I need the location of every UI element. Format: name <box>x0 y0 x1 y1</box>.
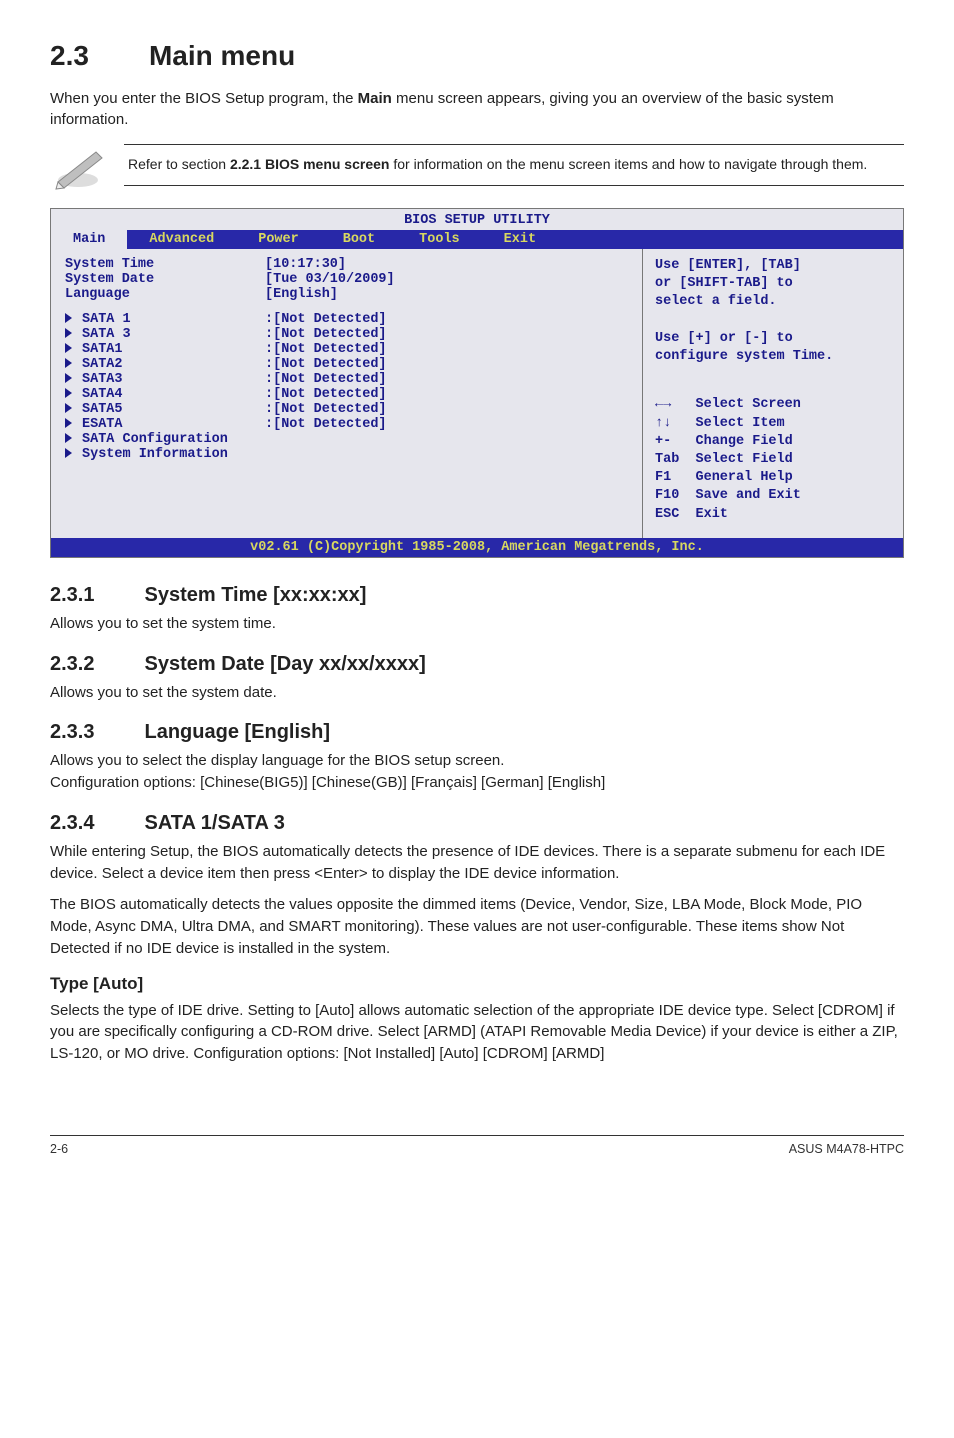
bios-label: SATA Configuration <box>65 432 265 447</box>
bios-row: SATA 1:[Not Detected] <box>65 312 628 327</box>
bios-screenshot: BIOS SETUP UTILITY MainAdvancedPowerBoot… <box>50 208 904 558</box>
bios-tab-tools: Tools <box>397 230 482 249</box>
section-paragraph: Allows you to set the system date. <box>50 682 904 704</box>
footer-product: ASUS M4A78-HTPC <box>789 1142 904 1156</box>
section-paragraph: While entering Setup, the BIOS automatic… <box>50 841 904 885</box>
bios-help-panel: Use [ENTER], [TAB] or [SHIFT-TAB] to sel… <box>643 249 903 538</box>
triangle-icon <box>65 432 82 447</box>
bios-tab-main: Main <box>51 230 127 249</box>
bios-label: ESATA <box>65 417 265 432</box>
bios-row: System Information <box>65 447 628 462</box>
bios-label: System Date <box>65 272 265 287</box>
section-heading: 2.3.3 Language [English] <box>50 721 904 744</box>
bios-value: [10:17:30] <box>265 257 346 272</box>
bios-row: System Date[Tue 03/10/2009] <box>65 272 628 287</box>
bios-value: [Tue 03/10/2009] <box>265 272 395 287</box>
bios-value: :[Not Detected] <box>265 357 387 372</box>
triangle-icon <box>65 372 82 387</box>
bios-row: SATA2:[Not Detected] <box>65 357 628 372</box>
bios-label: SATA 1 <box>65 312 265 327</box>
bios-row: SATA5:[Not Detected] <box>65 402 628 417</box>
heading-number: 2.3 <box>50 40 89 71</box>
bios-row: ESATA:[Not Detected] <box>65 417 628 432</box>
bios-row: SATA1:[Not Detected] <box>65 342 628 357</box>
triangle-icon <box>65 342 82 357</box>
note-pencil-icon <box>50 144 106 190</box>
bios-row: SATA4:[Not Detected] <box>65 387 628 402</box>
section-title: SATA 1/SATA 3 <box>144 812 284 834</box>
triangle-icon <box>65 447 82 462</box>
section-title: Language [English] <box>144 721 330 743</box>
triangle-icon <box>65 402 82 417</box>
heading-title: Main menu <box>149 40 295 71</box>
section-title: System Time [xx:xx:xx] <box>144 584 366 606</box>
bios-help-keys: ←→ Select Screen ↑↓ Select Item +- Chang… <box>655 396 891 524</box>
footer-page-number: 2-6 <box>50 1142 68 1156</box>
section-paragraph: Allows you to select the display languag… <box>50 750 904 794</box>
bios-label: SATA5 <box>65 402 265 417</box>
section-heading: 2.3.4 SATA 1/SATA 3 <box>50 812 904 835</box>
bios-value: :[Not Detected] <box>265 387 387 402</box>
bios-copyright: v02.61 (C)Copyright 1985-2008, American … <box>51 538 903 557</box>
section-paragraph: Allows you to set the system time. <box>50 613 904 635</box>
triangle-icon <box>65 327 82 342</box>
bios-tab-boot: Boot <box>321 230 397 249</box>
section-paragraph: The BIOS automatically detects the value… <box>50 894 904 959</box>
intro-bold: Main <box>358 90 392 107</box>
section-heading: 2.3.2 System Date [Day xx/xx/xxxx] <box>50 653 904 676</box>
bios-title: BIOS SETUP UTILITY <box>51 209 903 230</box>
note-text: Refer to section 2.2.1 BIOS menu screen … <box>124 144 904 186</box>
bios-value: :[Not Detected] <box>265 312 387 327</box>
section-number: 2.3.4 <box>50 812 94 834</box>
bios-row: SATA 3:[Not Detected] <box>65 327 628 342</box>
bios-row: SATA3:[Not Detected] <box>65 372 628 387</box>
note-bold: 2.2.1 BIOS menu screen <box>230 156 390 172</box>
intro-text-1: When you enter the BIOS Setup program, t… <box>50 90 358 107</box>
bios-tab-bar: MainAdvancedPowerBootToolsExit <box>51 230 903 249</box>
triangle-icon <box>65 357 82 372</box>
bios-tab-advanced: Advanced <box>127 230 236 249</box>
bios-label: SATA3 <box>65 372 265 387</box>
intro-paragraph: When you enter the BIOS Setup program, t… <box>50 88 904 130</box>
section-title: System Date [Day xx/xx/xxxx] <box>144 653 425 675</box>
section-number: 2.3.1 <box>50 584 94 606</box>
bios-value: :[Not Detected] <box>265 417 387 432</box>
bios-label: System Information <box>65 447 265 462</box>
triangle-icon <box>65 387 82 402</box>
bios-tab-power: Power <box>236 230 321 249</box>
section-number: 2.3.3 <box>50 721 94 743</box>
section-number: 2.3.2 <box>50 653 94 675</box>
bios-row: Language[English] <box>65 287 628 302</box>
page-heading: 2.3 Main menu <box>50 40 904 72</box>
bios-label: SATA4 <box>65 387 265 402</box>
bios-label: System Time <box>65 257 265 272</box>
bios-label: Language <box>65 287 265 302</box>
section-heading: 2.3.1 System Time [xx:xx:xx] <box>50 584 904 607</box>
triangle-icon <box>65 312 82 327</box>
bios-value: :[Not Detected] <box>265 327 387 342</box>
bios-help-top: Use [ENTER], [TAB] or [SHIFT-TAB] to sel… <box>655 257 891 366</box>
type-paragraph: Selects the type of IDE drive. Setting t… <box>50 1000 904 1065</box>
triangle-icon <box>65 417 82 432</box>
bios-label: SATA2 <box>65 357 265 372</box>
bios-label: SATA 3 <box>65 327 265 342</box>
bios-tab-exit: Exit <box>482 230 558 249</box>
bios-value: [English] <box>265 287 338 302</box>
bios-value: :[Not Detected] <box>265 402 387 417</box>
note-text-2: for information on the menu screen items… <box>389 156 867 172</box>
bios-main-panel: System Time[10:17:30]System Date[Tue 03/… <box>51 249 643 538</box>
bios-label: SATA1 <box>65 342 265 357</box>
bios-value: :[Not Detected] <box>265 372 387 387</box>
bios-value: :[Not Detected] <box>265 342 387 357</box>
type-heading: Type [Auto] <box>50 974 904 994</box>
note-text-1: Refer to section <box>128 156 230 172</box>
bios-row: SATA Configuration <box>65 432 628 447</box>
bios-row: System Time[10:17:30] <box>65 257 628 272</box>
